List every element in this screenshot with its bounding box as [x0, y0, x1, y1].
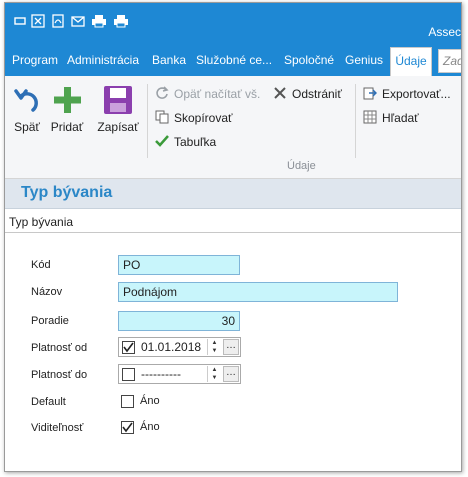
save-button[interactable]: Zapísať [95, 80, 141, 142]
name-field[interactable]: Podnájom [118, 282, 398, 302]
back-button[interactable]: Späť [9, 80, 45, 142]
back-label: Späť [14, 120, 40, 134]
menu-administracia[interactable]: Administrácia [67, 53, 139, 67]
export-label: Exportovať... [382, 87, 451, 101]
save-label: Zapísať [97, 120, 139, 134]
close-x-icon [273, 86, 287, 100]
application-window: Assec Program Administrácia Banka Služob… [4, 2, 462, 472]
floppy-disk-icon [102, 84, 134, 116]
undo-arrow-icon [11, 84, 43, 116]
delete-label: Odstrániť [292, 87, 342, 101]
copy-icon [155, 110, 169, 124]
valid-from-spin-icon[interactable]: ▲ ▼ [207, 339, 221, 355]
menu-spolocne[interactable]: Spoločné [284, 53, 334, 67]
print-preview-icon[interactable] [113, 14, 128, 28]
valid-from-calendar-button[interactable]: … [223, 339, 239, 355]
add-label: Pridať [50, 120, 84, 134]
section-divider [5, 232, 461, 233]
plus-icon [51, 84, 83, 116]
valid-to-spin-icon[interactable]: ▲ ▼ [207, 366, 221, 382]
tab-udaje[interactable]: Údaje [390, 47, 432, 76]
form-header: Typ bývania [5, 179, 461, 209]
menu-genius[interactable]: Genius [345, 53, 383, 67]
ribbon-separator [147, 84, 148, 158]
valid-to-checkbox[interactable] [122, 368, 135, 381]
page-title: Typ bývania [21, 184, 113, 201]
reload-all-button[interactable]: Opäť načítať vš. [155, 84, 260, 104]
checkmark-icon [155, 134, 169, 148]
code-label: Kód [31, 259, 51, 271]
menu-sluzobne-cesty[interactable]: Služobné ce... [196, 53, 272, 67]
valid-from-checkbox[interactable] [122, 341, 135, 354]
mail-icon[interactable] [71, 14, 85, 28]
search-input[interactable]: Zad [438, 49, 461, 73]
ribbon-separator [355, 84, 356, 158]
valid-from-date-picker[interactable]: 01.01.2018 ▲ ▼ … [118, 337, 241, 357]
valid-to-label: Platnosť do [31, 369, 88, 381]
print-icon[interactable] [91, 14, 106, 28]
export-icon [363, 86, 377, 100]
code-field[interactable]: PO [118, 255, 240, 275]
visibility-checkbox-label: Áno [140, 421, 160, 433]
valid-to-calendar-button[interactable]: … [223, 366, 239, 382]
export-button[interactable]: Exportovať... [363, 84, 451, 104]
title-bar: Assec [5, 3, 461, 43]
binoculars-icon [363, 110, 377, 124]
visibility-label: Viditeľnosť [31, 422, 84, 434]
order-field[interactable]: 30 [118, 311, 240, 331]
default-checkbox[interactable] [121, 395, 134, 408]
default-checkbox-label: Áno [140, 395, 160, 407]
delete-button[interactable]: Odstrániť [273, 84, 342, 104]
app-title: Assec [428, 25, 461, 39]
valid-from-value: 01.01.2018 [141, 340, 202, 354]
add-button[interactable]: Pridať [47, 80, 87, 142]
default-label: Default [31, 396, 66, 408]
reload-all-label: Opäť načítať vš. [174, 87, 261, 101]
menu-program[interactable]: Program [12, 53, 58, 67]
ribbon-group-label: Údaje [287, 160, 316, 172]
table-button[interactable]: Tabuľka [155, 132, 216, 152]
table-label: Tabuľka [174, 135, 217, 149]
find-label: Hľadať [382, 111, 419, 125]
order-label: Poradie [31, 315, 69, 327]
name-label: Názov [31, 286, 63, 298]
valid-from-label: Platnosť od [31, 342, 88, 354]
find-button[interactable]: Hľadať [363, 108, 419, 128]
menu-banka[interactable]: Banka [152, 53, 186, 67]
excel-icon[interactable] [31, 14, 45, 28]
valid-to-date-picker[interactable]: ---------- ▲ ▼ … [118, 364, 241, 384]
section-title: Typ bývania [9, 215, 74, 229]
minimize-icon[interactable] [13, 14, 27, 28]
pdf-icon[interactable] [51, 14, 65, 28]
valid-to-value: ---------- [141, 367, 181, 381]
copy-label: Skopírovať [174, 111, 233, 125]
visibility-checkbox[interactable] [121, 421, 134, 434]
copy-button[interactable]: Skopírovať [155, 108, 233, 128]
ribbon: Späť Pridať Zapísať Opäť načítať vš. Ods… [5, 76, 461, 179]
refresh-icon [155, 86, 169, 100]
